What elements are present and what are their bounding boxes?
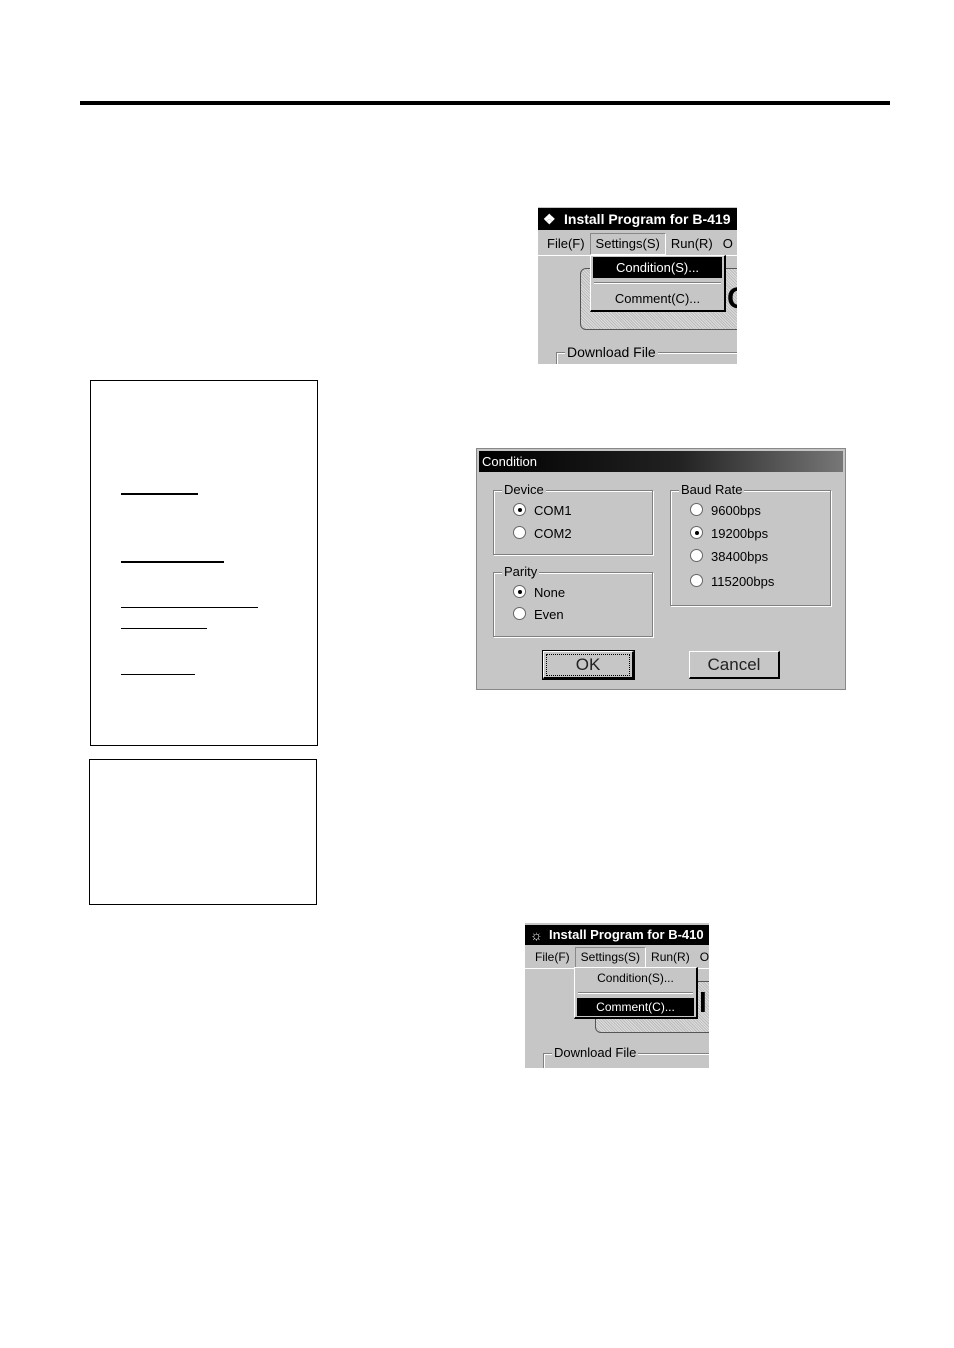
menu-file[interactable]: File(F) — [530, 948, 575, 967]
radio-checked-icon — [513, 585, 526, 598]
radio-checked-icon — [690, 526, 703, 539]
note-box — [90, 380, 318, 746]
radio-checked-icon — [513, 503, 526, 516]
underline — [121, 674, 195, 675]
radio-com2[interactable]: COM2 — [513, 526, 572, 542]
underline — [121, 561, 224, 563]
menu-item-condition[interactable]: Condition(S)... — [577, 969, 694, 988]
radio-9600[interactable]: 9600bps — [690, 503, 761, 519]
radio-even[interactable]: Even — [513, 607, 564, 623]
device-group: Device COM1 COM2 — [493, 482, 653, 555]
app-icon: ☼ — [530, 927, 543, 943]
dialog-title-bar: Condition — [479, 451, 843, 472]
condition-dialog: Condition Device COM1 COM2 Parity None E… — [476, 448, 846, 690]
radio-19200[interactable]: 19200bps — [690, 526, 768, 542]
menu-separator — [594, 282, 721, 284]
install-program-screenshot-2: ☼ Install Program for B-410 File(F) Setti… — [525, 923, 709, 1068]
window-title: Install Program for B-410 — [549, 927, 704, 942]
menu-settings[interactable]: Settings(S) — [574, 947, 647, 968]
menu-file[interactable]: File(F) — [542, 234, 590, 254]
radio-none[interactable]: None — [513, 585, 565, 601]
radio-unchecked-icon — [513, 526, 526, 539]
group-label: Download File — [565, 344, 658, 360]
radio-unchecked-icon — [690, 574, 703, 587]
document-page: ❖ Install Program for B-419 File(F) Setti… — [0, 0, 954, 1348]
menu-other[interactable]: O — [718, 234, 737, 254]
underline — [121, 607, 258, 608]
cancel-button[interactable]: Cancel — [689, 651, 780, 679]
note-box-2 — [89, 759, 317, 905]
menu-item-comment[interactable]: Comment(C)... — [593, 288, 722, 309]
menu-item-condition[interactable]: Condition(S)... — [593, 257, 722, 278]
radio-115200[interactable]: 115200bps — [690, 574, 774, 590]
menu-run[interactable]: Run(R) — [646, 948, 695, 967]
ok-button[interactable]: OK — [542, 650, 635, 680]
settings-dropdown: Condition(S)... Comment(C)... — [590, 255, 726, 312]
settings-dropdown: Condition(S)... Comment(C)... — [574, 967, 698, 1019]
title-bar: ❖ Install Program for B-419 — [538, 208, 737, 230]
menu-run[interactable]: Run(R) — [666, 234, 718, 254]
background-glyph: C — [727, 282, 737, 316]
underline — [121, 628, 207, 629]
install-program-screenshot: ❖ Install Program for B-419 File(F) Setti… — [538, 207, 737, 364]
underline — [121, 493, 198, 495]
download-file-group: Download File — [556, 344, 737, 364]
background-glyph: l — [699, 987, 707, 1018]
title-bar: ☼ Install Program for B-410 — [525, 925, 709, 945]
radio-com1[interactable]: COM1 — [513, 503, 572, 519]
parity-group: Parity None Even — [493, 564, 653, 637]
app-icon: ❖ — [543, 211, 556, 227]
radio-unchecked-icon — [690, 503, 703, 516]
radio-unchecked-icon — [690, 549, 703, 562]
menu-bar: File(F) Settings(S) Run(R) O — [538, 233, 737, 256]
group-label: Device — [502, 482, 546, 497]
radio-38400[interactable]: 38400bps — [690, 549, 768, 565]
menu-bar: File(F) Settings(S) Run(R) O — [525, 947, 709, 969]
group-label: Parity — [502, 564, 540, 579]
group-label: Download File — [552, 1045, 639, 1060]
baud-rate-group: Baud Rate 9600bps 19200bps 38400bps 1152… — [670, 482, 831, 606]
menu-item-comment[interactable]: Comment(C)... — [577, 998, 694, 1016]
menu-other[interactable]: O — [695, 948, 709, 967]
header-rule — [80, 101, 890, 105]
dialog-title: Condition — [482, 454, 537, 469]
menu-separator — [578, 992, 693, 994]
window-title: Install Program for B-419 — [564, 211, 731, 227]
radio-unchecked-icon — [513, 607, 526, 620]
menu-settings[interactable]: Settings(S) — [589, 233, 666, 255]
group-label: Baud Rate — [679, 482, 745, 497]
download-file-group: Download File — [543, 1045, 709, 1068]
